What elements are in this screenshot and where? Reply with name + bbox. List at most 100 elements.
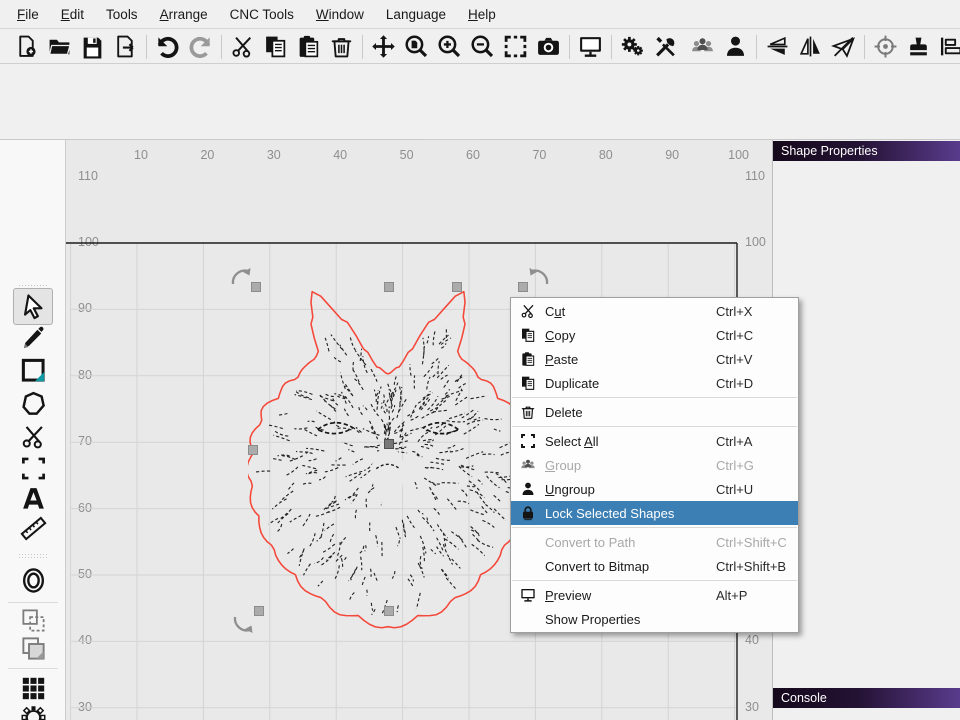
context-copy[interactable]: CopyCtrl+C	[511, 323, 798, 347]
tool-draw[interactable]	[14, 322, 52, 355]
move-icon	[371, 34, 396, 59]
tool-cut-shape[interactable]	[14, 420, 52, 453]
context-cut[interactable]: CutCtrl+X	[511, 299, 798, 323]
tool-text[interactable]	[14, 482, 52, 515]
toolbar-separator	[146, 35, 147, 59]
tool-intersect[interactable]	[14, 632, 52, 665]
settings-button[interactable]	[616, 32, 649, 62]
ungroup-icon	[518, 480, 538, 498]
zoom-select-button[interactable]	[499, 32, 532, 62]
context-show-properties[interactable]: Show Properties	[511, 607, 798, 631]
open-folder-icon	[47, 34, 72, 59]
context-delete[interactable]: Delete	[511, 400, 798, 424]
zoom-page-button[interactable]	[400, 32, 433, 62]
preview-icon	[518, 586, 538, 604]
paste-icon	[296, 34, 321, 59]
undo-button[interactable]	[151, 32, 184, 62]
context-convert-to-bitmap[interactable]: Convert to BitmapCtrl+Shift+B	[511, 554, 798, 578]
send-button[interactable]	[827, 32, 860, 62]
align-partial-button[interactable]	[935, 32, 960, 62]
weld-icon	[20, 607, 47, 634]
lock-icon	[518, 504, 538, 522]
tool-measure[interactable]	[14, 512, 52, 545]
tools-icon	[653, 34, 678, 59]
grid-array-icon	[20, 675, 47, 702]
rectangle-icon	[20, 357, 47, 384]
tool-node-select[interactable]	[14, 452, 52, 485]
zoom-in-button[interactable]	[433, 32, 466, 62]
group-icon	[690, 34, 715, 59]
camera-button[interactable]	[532, 32, 565, 62]
move-button[interactable]	[367, 32, 400, 62]
menu-language[interactable]: Language	[375, 3, 457, 26]
select-icon	[20, 293, 47, 320]
tool-circular-array[interactable]	[14, 701, 52, 720]
cut-icon	[230, 34, 255, 59]
group-button[interactable]	[686, 32, 719, 62]
cut-icon	[518, 302, 538, 320]
export-file-icon	[113, 34, 138, 59]
redo-button[interactable]	[184, 32, 217, 62]
menu-help[interactable]: Help	[457, 3, 507, 26]
context-select-all[interactable]: Select AllCtrl+A	[511, 429, 798, 453]
delete-icon	[329, 34, 354, 59]
no-icon	[518, 533, 538, 551]
export-file-button[interactable]	[109, 32, 142, 62]
select-all-icon	[518, 432, 538, 450]
settings-icon	[620, 34, 645, 59]
context-preview[interactable]: PreviewAlt+P	[511, 583, 798, 607]
ungroup-button[interactable]	[719, 32, 752, 62]
tool-select[interactable]	[13, 288, 53, 325]
tool-polygon[interactable]	[14, 387, 52, 420]
paste-button[interactable]	[292, 32, 325, 62]
open-folder-button[interactable]	[43, 32, 76, 62]
copy-button[interactable]	[259, 32, 292, 62]
zoom-out-button[interactable]	[466, 32, 499, 62]
menu-separator	[512, 426, 797, 427]
delete-button[interactable]	[325, 32, 358, 62]
menu-window[interactable]: Window	[305, 3, 375, 26]
paste-icon	[518, 350, 538, 368]
origin-button[interactable]	[869, 32, 902, 62]
preview-button[interactable]	[574, 32, 607, 62]
tool-rectangle[interactable]	[14, 354, 52, 387]
preview-icon	[578, 34, 603, 59]
align-partial-icon	[939, 34, 960, 59]
text-icon	[20, 485, 47, 512]
tools-button[interactable]	[649, 32, 682, 62]
save-button[interactable]	[76, 32, 109, 62]
context-ungroup[interactable]: UngroupCtrl+U	[511, 477, 798, 501]
polygon-icon	[20, 390, 47, 417]
menu-tools[interactable]: Tools	[95, 3, 149, 26]
cut-button[interactable]	[226, 32, 259, 62]
properties-panel: Shape Properties MoveOperationsOperation…	[772, 140, 960, 720]
context-lock-selected-shapes[interactable]: Lock Selected Shapes	[511, 501, 798, 525]
cut-shape-icon	[20, 423, 47, 450]
ellipse-icon	[20, 567, 47, 594]
context-duplicate[interactable]: DuplicateCtrl+D	[511, 371, 798, 395]
sidebar-grip	[18, 553, 48, 559]
context-paste[interactable]: PasteCtrl+V	[511, 347, 798, 371]
menu-edit[interactable]: Edit	[50, 3, 95, 26]
tool-ellipse[interactable]	[14, 564, 52, 597]
menu-cnc-tools[interactable]: CNC Tools	[219, 3, 305, 26]
zoom-in-icon	[437, 34, 462, 59]
no-icon	[518, 610, 538, 628]
mirror-vertical-button[interactable]	[761, 32, 794, 62]
new-file-button[interactable]	[10, 32, 43, 62]
copy-icon	[518, 374, 538, 392]
main-toolbar	[0, 30, 960, 64]
mirror-vertical-icon	[765, 34, 790, 59]
menu-separator	[512, 397, 797, 398]
context-group[interactable]: GroupCtrl+G	[511, 453, 798, 477]
mirror-horizontal-button[interactable]	[794, 32, 827, 62]
menu-file[interactable]: File	[6, 3, 50, 26]
menu-arrange[interactable]: Arrange	[149, 3, 219, 26]
draw-icon	[20, 325, 47, 352]
origin-icon	[873, 34, 898, 59]
sidebar-separator	[8, 602, 58, 603]
stamp-button[interactable]	[902, 32, 935, 62]
toolbar-separator	[756, 35, 757, 59]
intersect-icon	[20, 635, 47, 662]
context-convert-to-path[interactable]: Convert to PathCtrl+Shift+C	[511, 530, 798, 554]
